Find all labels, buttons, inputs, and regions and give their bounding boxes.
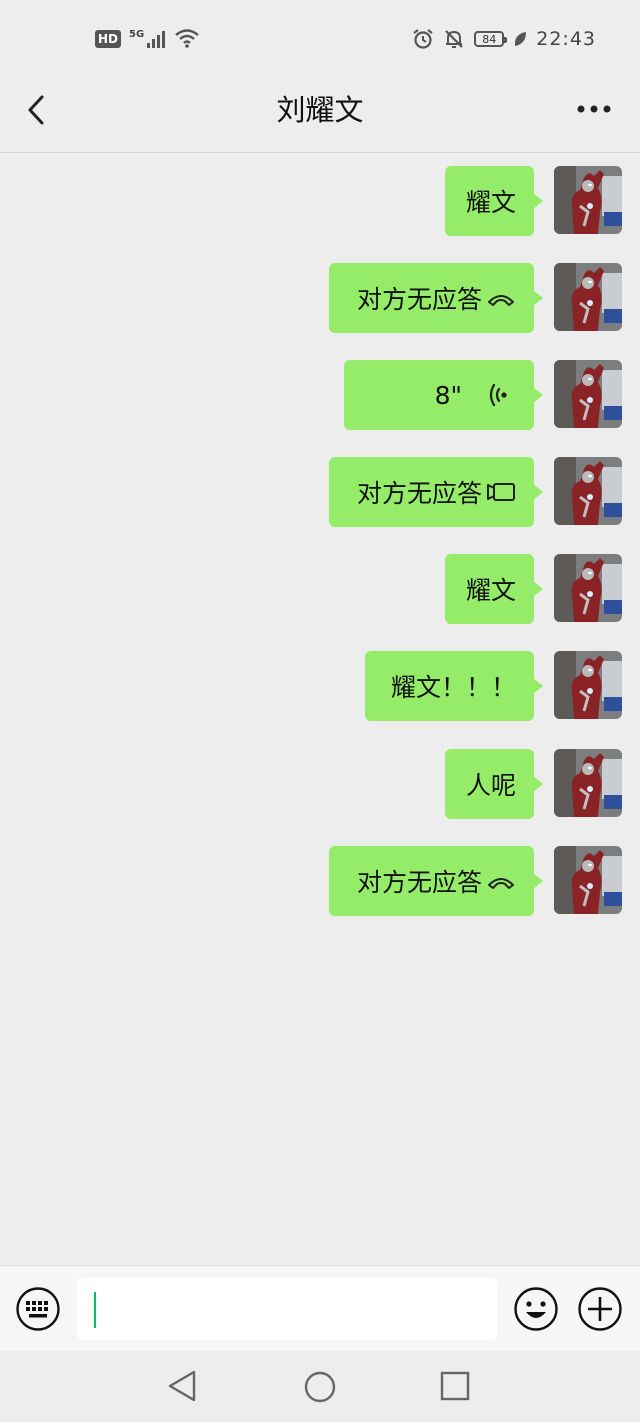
nav-home-button[interactable] <box>303 1370 337 1408</box>
nav-back-button[interactable] <box>166 1369 198 1407</box>
message-text: 对方无应答 <box>356 868 482 897</box>
voice-wave-icon <box>489 383 507 407</box>
signal-icon <box>147 31 166 48</box>
wifi-icon <box>175 29 199 48</box>
avatar[interactable] <box>554 749 622 817</box>
message-row: 耀文 <box>0 554 640 624</box>
message-text: 耀文 <box>465 576 516 605</box>
more-dots-icon <box>577 105 611 113</box>
chat-header: 刘耀文 <box>0 80 640 153</box>
hd-badge: HD <box>95 30 122 48</box>
video-call-icon <box>487 483 515 501</box>
message-bubble[interactable]: 耀文 <box>445 166 543 236</box>
network-label: 5G <box>129 29 145 40</box>
avatar[interactable] <box>554 457 622 525</box>
status-bar: HD 5G 84 22:43 <box>0 0 640 80</box>
mute-bell-icon <box>445 30 464 48</box>
input-bar <box>0 1265 640 1351</box>
avatar[interactable] <box>554 554 622 622</box>
nav-recent-button[interactable] <box>440 1371 470 1405</box>
plus-icon <box>578 1287 622 1331</box>
avatar[interactable] <box>554 166 622 234</box>
message-bubble[interactable]: 对方无应答 <box>329 263 543 333</box>
message-input[interactable] <box>77 1278 497 1340</box>
message-bubble[interactable]: 对方无应答 <box>329 457 543 527</box>
voice-message-bubble[interactable]: 8" <box>344 360 543 430</box>
avatar[interactable] <box>554 846 622 914</box>
keyboard-button[interactable] <box>15 1286 61 1332</box>
message-text: 对方无应答 <box>356 479 482 508</box>
message-bubble[interactable]: 耀文 <box>445 554 543 624</box>
more-button[interactable] <box>576 94 612 124</box>
message-row: 对方无应答 <box>0 846 640 916</box>
system-nav-bar <box>0 1351 640 1422</box>
avatar[interactable] <box>554 263 622 331</box>
nav-back-icon <box>168 1370 196 1402</box>
nav-recent-icon <box>440 1371 470 1401</box>
phone-hangup-icon <box>488 295 514 306</box>
nav-home-icon <box>304 1371 336 1403</box>
chat-title: 刘耀文 <box>276 93 364 127</box>
voice-duration: 8" <box>434 380 462 410</box>
emoji-button[interactable] <box>513 1286 559 1332</box>
message-text: 耀文！！！ <box>390 673 516 702</box>
emoji-icon <box>514 1287 558 1331</box>
clock: 22:43 <box>536 28 596 50</box>
message-bubble[interactable]: 对方无应答 <box>329 846 543 916</box>
keyboard-icon <box>16 1287 60 1331</box>
message-row: 耀文 <box>0 166 640 236</box>
message-text: 人呢 <box>465 771 516 800</box>
message-row: 耀文！！！ <box>0 651 640 721</box>
plus-button[interactable] <box>577 1286 623 1332</box>
avatar[interactable] <box>554 651 622 719</box>
avatar[interactable] <box>554 360 622 428</box>
message-bubble[interactable]: 人呢 <box>445 749 543 819</box>
alarm-icon <box>413 29 433 49</box>
message-row: 对方无应答 <box>0 457 640 527</box>
leaf-icon <box>515 32 527 46</box>
phone-hangup-icon <box>488 878 514 889</box>
message-row: 8" <box>0 360 640 430</box>
text-cursor <box>94 1292 96 1328</box>
message-bubble[interactable]: 耀文！！！ <box>365 651 543 721</box>
battery-icon: 84 <box>474 31 508 47</box>
message-text: 对方无应答 <box>356 285 482 314</box>
message-row: 人呢 <box>0 749 640 819</box>
message-row: 对方无应答 <box>0 263 640 333</box>
message-text: 耀文 <box>465 188 516 217</box>
